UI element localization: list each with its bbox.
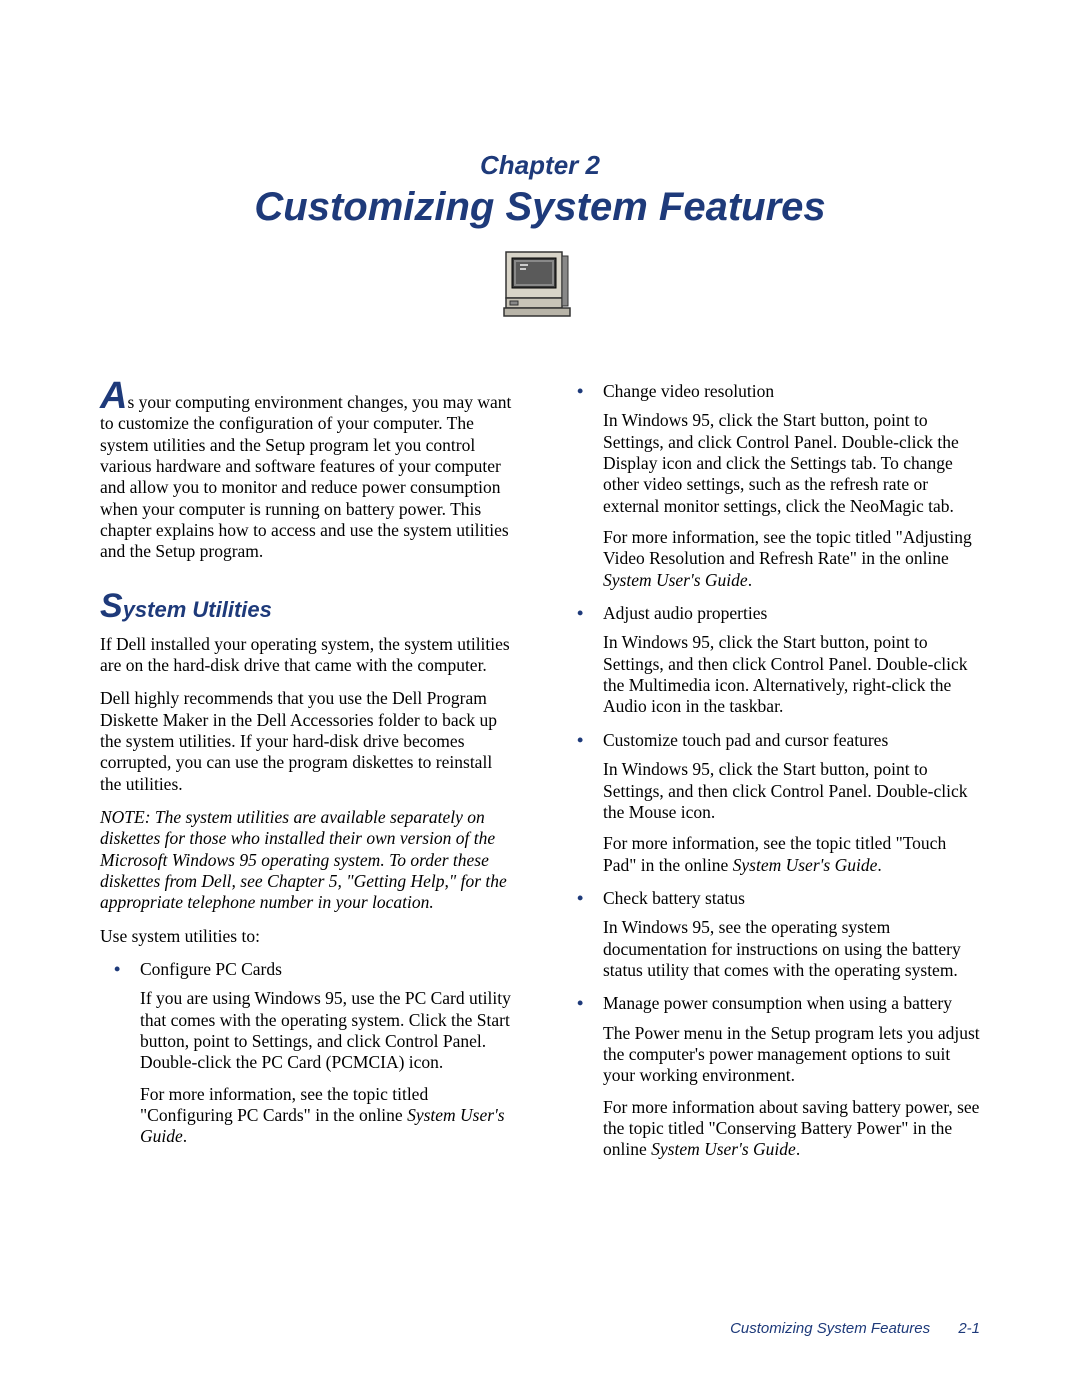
list-item-desc: In Windows 95, click the Start button, p… — [603, 632, 980, 717]
list-item: Adjust audio properties In Windows 95, c… — [563, 603, 980, 718]
intro-paragraph: As your computing environment changes, y… — [100, 381, 517, 563]
list-item-para: In Windows 95, click the Start button, p… — [603, 632, 980, 717]
list-item-para: In Windows 95, click the Start button, p… — [603, 759, 980, 823]
intro-text: s your computing environment changes, yo… — [100, 392, 511, 561]
list-item-title: Customize touch pad and cursor features — [603, 730, 888, 750]
list-item-para: For more information, see the topic titl… — [603, 527, 980, 591]
chapter-label: Chapter 2 — [100, 150, 980, 181]
list-item-para: For more information, see the topic titl… — [603, 833, 980, 876]
drop-cap: A — [100, 375, 127, 417]
list-item-title: Check battery status — [603, 888, 745, 908]
body-columns: As your computing environment changes, y… — [100, 381, 980, 1166]
section-note: NOTE: The system utilities are available… — [100, 807, 517, 914]
list-item-para: For more information, see the topic titl… — [140, 1084, 517, 1148]
section-p1: If Dell installed your operating system,… — [100, 634, 517, 677]
footer-title: Customizing System Features — [730, 1320, 930, 1337]
list-item-desc: In Windows 95, see the operating system … — [603, 917, 980, 981]
list-item-title: Adjust audio properties — [603, 603, 767, 623]
list-item-para: The Power menu in the Setup program lets… — [603, 1023, 980, 1087]
list-item-desc: The Power menu in the Setup program lets… — [603, 1023, 980, 1161]
footer-page-number: 2-1 — [958, 1320, 980, 1337]
list-item: Check battery status In Windows 95, see … — [563, 888, 980, 981]
list-item: Manage power consumption when using a ba… — [563, 993, 980, 1160]
section-heading-system-utilities: System Utilities — [100, 593, 517, 624]
section-heading-dropcap: S — [100, 587, 123, 625]
list-item-title: Change video resolution — [603, 381, 774, 401]
list-item: Change video resolution In Windows 95, c… — [563, 381, 980, 591]
section-lead: Use system utilities to: — [100, 926, 517, 947]
computer-icon — [500, 248, 580, 325]
list-item-title: Manage power consumption when using a ba… — [603, 993, 952, 1013]
list-item-desc: In Windows 95, click the Start button, p… — [603, 410, 980, 591]
list-item-para: In Windows 95, click the Start button, p… — [603, 410, 980, 517]
chapter-title: Customizing System Features — [100, 185, 980, 230]
list-item: Customize touch pad and cursor features … — [563, 730, 980, 876]
section-heading-rest: ystem Utilities — [123, 597, 272, 622]
section-p2: Dell highly recommends that you use the … — [100, 688, 517, 795]
list-item-title: Configure PC Cards — [140, 959, 282, 979]
page-footer: Customizing System Features 2-1 — [730, 1320, 980, 1337]
list-item-desc: In Windows 95, click the Start button, p… — [603, 759, 980, 876]
list-item-para: In Windows 95, see the operating system … — [603, 917, 980, 981]
list-item-para: For more information about saving batter… — [603, 1097, 980, 1161]
list-item-para: If you are using Windows 95, use the PC … — [140, 988, 517, 1073]
list-item-desc: If you are using Windows 95, use the PC … — [140, 988, 517, 1147]
list-item: Configure PC Cards If you are using Wind… — [100, 959, 517, 1148]
chapter-header: Chapter 2 Customizing System Features — [100, 150, 980, 365]
